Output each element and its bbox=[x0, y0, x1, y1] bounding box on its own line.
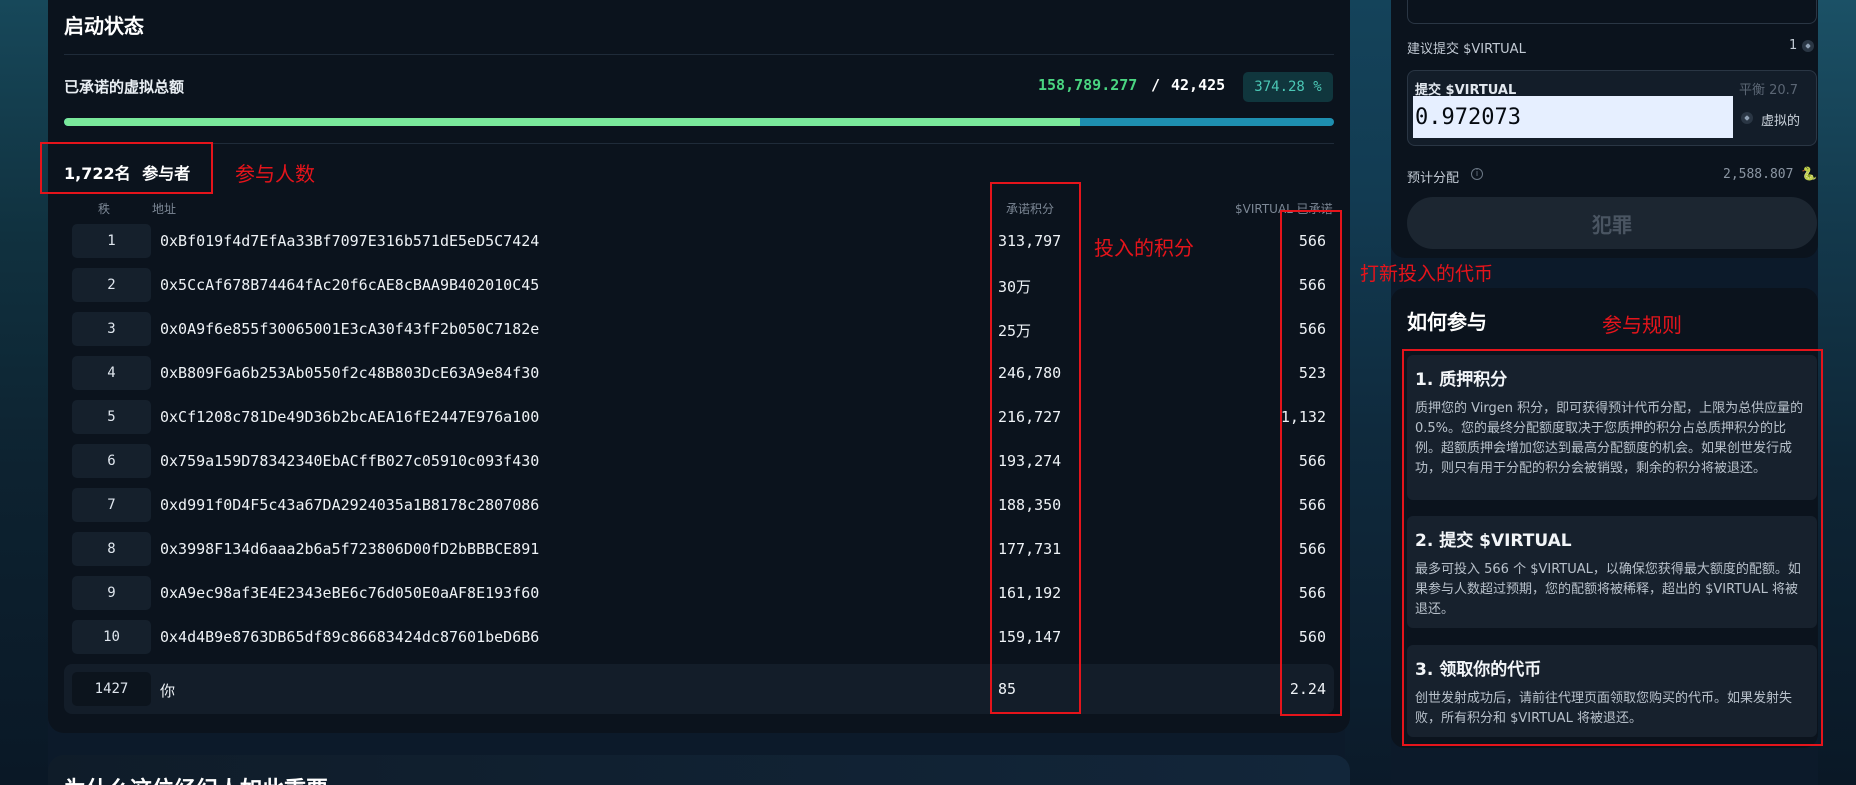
table-row: 9 0xA9ec98af3E4E2343eBE6c76d050E0aAF8E19… bbox=[64, 573, 1334, 613]
rank-cell: 10 bbox=[72, 620, 151, 654]
annotation-participants: 参与人数 bbox=[235, 162, 315, 186]
pledged-amount: 158,789.277 bbox=[1038, 76, 1138, 94]
divider bbox=[64, 54, 1334, 55]
commit-button[interactable]: 犯罪 bbox=[1407, 197, 1817, 249]
background-middle bbox=[1345, 0, 1391, 785]
virtual-coin-icon bbox=[1741, 112, 1753, 124]
table-row: 2 0x5CcAf678B74464fAc20f6cAE8cBAA9B40201… bbox=[64, 265, 1334, 305]
annotation-rules: 参与规则 bbox=[1602, 313, 1682, 337]
col-header-address: 地址 bbox=[152, 202, 177, 216]
table-row: 6 0x759a159D78342340EbACffB027c05910c093… bbox=[64, 441, 1334, 481]
rank-cell: 1427 bbox=[72, 672, 151, 706]
table-row: 8 0x3998F134d6aaa2b6a5f723806D00fD2bBBBC… bbox=[64, 529, 1334, 569]
annotation-box-rules bbox=[1402, 349, 1823, 746]
address-cell[interactable]: 0xd991f0D4F5c43a67DA2924035a1B8178c28070… bbox=[160, 496, 539, 514]
virtual-unit-label: 虚拟的 bbox=[1761, 114, 1801, 129]
table-row: 3 0x0A9f6e855f30065001E3cA30f43fF2b050C7… bbox=[64, 309, 1334, 349]
address-cell[interactable]: 0xB809F6a6b253Ab0550f2c48B803DcE63A9e84f… bbox=[160, 364, 539, 382]
rank-cell: 7 bbox=[72, 488, 151, 522]
address-cell[interactable]: 0x3998F134d6aaa2b6a5f723806D00fD2bBBBCE8… bbox=[160, 540, 539, 558]
pledged-separator: / bbox=[1151, 76, 1161, 94]
annotation-points: 投入的积分 bbox=[1094, 236, 1194, 260]
progress-bar bbox=[64, 118, 1334, 126]
rank-cell: 4 bbox=[72, 356, 151, 390]
annotation-box-virtual bbox=[1280, 210, 1342, 716]
background-right bbox=[1818, 0, 1856, 785]
table-row: 4 0xB809F6a6b253Ab0550f2c48B803DcE63A9e8… bbox=[64, 353, 1334, 393]
suggested-commit-value: 1 bbox=[1789, 38, 1798, 53]
virtual-amount-input[interactable] bbox=[1413, 96, 1733, 138]
rank-cell: 5 bbox=[72, 400, 151, 434]
annotation-virtual: 打新投入的代币 bbox=[1360, 263, 1494, 285]
annotation-box-points bbox=[990, 182, 1081, 714]
address-cell[interactable]: 0xCf1208c781De49D36b2bcAEA16fE2447E976a1… bbox=[160, 408, 539, 426]
current-user-row: 1427 你 85 2.24 bbox=[64, 664, 1334, 714]
estimated-allocation-label: 预计分配 bbox=[1407, 171, 1460, 186]
virtual-coin-icon bbox=[1802, 40, 1814, 52]
rank-cell: 9 bbox=[72, 576, 151, 610]
rank-cell: 8 bbox=[72, 532, 151, 566]
rank-cell: 1 bbox=[72, 224, 151, 258]
table-row: 5 0xCf1208c781De49D36b2bcAEA16fE2447E976… bbox=[64, 397, 1334, 437]
rank-cell: 3 bbox=[72, 312, 151, 346]
balance-text[interactable]: 平衡 20.7 bbox=[1739, 79, 1798, 98]
address-cell: 你 bbox=[160, 682, 176, 700]
address-cell[interactable]: 0x759a159D78342340EbACffB027c05910c093f4… bbox=[160, 452, 539, 470]
table-row: 7 0xd991f0D4F5c43a67DA2924035a1B8178c280… bbox=[64, 485, 1334, 525]
rank-cell: 2 bbox=[72, 268, 151, 302]
address-cell[interactable]: 0xA9ec98af3E4E2343eBE6c76d050E0aAF8E193f… bbox=[160, 584, 539, 602]
points-input[interactable] bbox=[1407, 0, 1817, 24]
how-to-participate-title: 如何参与 bbox=[1407, 310, 1487, 334]
token-snake-icon: 🐍 bbox=[1801, 167, 1818, 182]
address-cell[interactable]: 0x4d4B9e8763DB65df89c86683424dc87601beD6… bbox=[160, 628, 539, 646]
divider bbox=[64, 143, 1334, 144]
col-header-rank: 秩 bbox=[98, 202, 111, 216]
pledged-total-label: 已承诺的虚拟总额 bbox=[64, 78, 185, 96]
info-icon[interactable]: i bbox=[1471, 168, 1483, 180]
address-cell[interactable]: 0x5CcAf678B74464fAc20f6cAE8cBAA9B402010C… bbox=[160, 276, 539, 294]
table-row: 10 0x4d4B9e8763DB65df89c86683424dc87601b… bbox=[64, 617, 1334, 657]
address-cell[interactable]: 0xBf019f4d7EfAa33Bf7097E316b571dE5eD5C74… bbox=[160, 232, 539, 250]
progress-bar-fill bbox=[64, 118, 1080, 126]
background-left bbox=[0, 0, 48, 785]
why-important-title: 为什么这位经纪人如此重要 bbox=[64, 772, 328, 785]
estimated-allocation-value: 2,588.807 bbox=[1723, 167, 1794, 182]
percent-badge: 374.28 % bbox=[1243, 72, 1333, 102]
annotation-box-participants bbox=[40, 142, 213, 194]
suggested-commit-label: 建议提交 $VIRTUAL bbox=[1407, 42, 1526, 57]
rank-cell: 6 bbox=[72, 444, 151, 478]
target-amount: 42,425 bbox=[1171, 76, 1226, 94]
address-cell[interactable]: 0x0A9f6e855f30065001E3cA30f43fF2b050C718… bbox=[160, 320, 539, 338]
launch-status-title: 启动状态 bbox=[64, 14, 144, 38]
